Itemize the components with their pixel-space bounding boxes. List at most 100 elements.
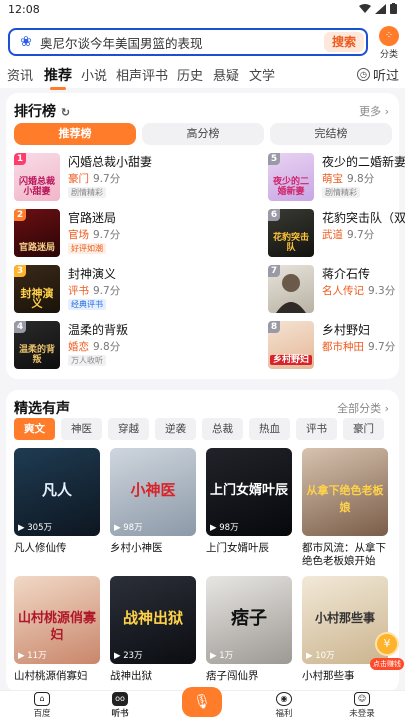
audio-poster-7[interactable]: 痞子 ▶ 1万: [206, 576, 292, 664]
nav-baidu[interactable]: ⌂ 百度: [22, 692, 62, 719]
cover-title: 乡村野妇: [270, 355, 312, 365]
ranking-title: 排行榜 ↻: [14, 101, 70, 121]
book-cover: 3 封神演义: [14, 265, 60, 313]
segment-recommend[interactable]: 推荐榜: [14, 123, 136, 145]
rank-item-3[interactable]: 3 封神演义 封神演义 评书 9.7分 经典评书: [14, 265, 204, 317]
poster-art-text: 痞子: [231, 608, 267, 629]
nav-audiobook-label: 听书: [111, 709, 129, 719]
rank-item-4[interactable]: 4 温柔的背叛 温柔的背叛 婚恋 9.8分 万人收听: [14, 321, 204, 373]
coin-icon: ¥: [375, 632, 399, 656]
rank-item-8[interactable]: 8 乡村野妇 乡村野妇 都市种田 9.7分: [268, 321, 396, 373]
audio-poster-4[interactable]: 从拿下绝色老板娘: [302, 448, 388, 536]
all-categories-link[interactable]: 全部分类 ›: [337, 400, 389, 416]
play-count: ▶ 1万: [210, 651, 234, 661]
chip-chuanyue[interactable]: 穿越: [108, 418, 149, 440]
play-count-value: 11万: [27, 651, 47, 661]
book-title: 官路迷局: [68, 211, 117, 225]
book-meta: 豪门 9.7分: [68, 171, 120, 186]
play-count: ▶ 11万: [18, 651, 47, 661]
tab-novel[interactable]: 小说: [81, 65, 107, 84]
listen-history-button[interactable]: ◷ 听过: [356, 65, 399, 84]
chip-shuangwen[interactable]: 爽文: [14, 418, 55, 440]
tab-history[interactable]: 历史: [177, 65, 203, 84]
chip-haomen[interactable]: 豪门: [343, 418, 384, 440]
audio-poster-2[interactable]: 小神医 ▶ 98万: [110, 448, 196, 536]
book-tag: 剧情精彩: [322, 187, 360, 198]
audio-section-title: 精选有声: [14, 401, 70, 417]
ranking-more-text: 更多: [359, 105, 382, 118]
search-button[interactable]: 搜索: [324, 32, 364, 52]
nav-welfare[interactable]: ◉ 福利: [264, 692, 304, 719]
segment-high-score[interactable]: 高分榜: [142, 123, 264, 145]
play-count-value: 305万: [27, 523, 52, 533]
status-icons: [359, 3, 397, 14]
tab-recommend[interactable]: 推荐: [44, 65, 72, 90]
book-score: 9.7分: [93, 229, 121, 241]
tab-suspense[interactable]: 悬疑: [213, 65, 239, 84]
book-genre: 萌宝: [322, 173, 343, 185]
earn-money-float-button[interactable]: ¥ 点击赚钱: [370, 632, 404, 672]
chip-zongcai[interactable]: 总裁: [202, 418, 243, 440]
book-score: 9.7分: [93, 285, 121, 297]
book-meta: 都市种田 9.7分: [322, 339, 395, 354]
rank-number: 6: [268, 209, 280, 221]
top-bar: ❀ 奥尼尔谈今年美国男篮的表现 搜索 ⁘ 分类: [0, 20, 405, 60]
clock-icon: ◷: [356, 68, 370, 81]
chip-rexue[interactable]: 热血: [249, 418, 290, 440]
poster-art-text: 凡人: [41, 481, 72, 499]
book-meta: 武道 9.7分: [322, 227, 374, 242]
rank-number: 5: [268, 153, 280, 165]
book-tag: 万人收听: [68, 355, 106, 366]
classify-button[interactable]: ⁘ 分类: [376, 26, 402, 60]
rank-item-7[interactable]: 7 蒋介石传 名人传记 9.3分: [268, 265, 396, 317]
refresh-icon[interactable]: ↻: [61, 106, 70, 119]
book-cover: 6 花豹突击队: [268, 209, 314, 257]
search-box[interactable]: ❀ 奥尼尔谈今年美国男篮的表现 搜索: [8, 28, 368, 56]
book-tag: 好评如潮: [68, 243, 106, 254]
rank-number: 4: [14, 321, 26, 333]
search-input[interactable]: 奥尼尔谈今年美国男篮的表现: [36, 33, 324, 52]
nav-profile[interactable]: ☺ 未登录: [342, 692, 382, 719]
book-genre: 名人传记: [322, 285, 364, 297]
rank-number: 7: [268, 265, 280, 277]
status-time: 12:08: [8, 3, 40, 16]
book-score: 9.7分: [93, 173, 121, 185]
play-count-value: 10万: [315, 651, 335, 661]
signal-icon: [375, 3, 386, 14]
ranking-more-link[interactable]: 更多 ›: [359, 103, 389, 119]
rank-item-2[interactable]: 2 官路迷局 官路迷局 官场 9.7分 好评如潮: [14, 209, 204, 261]
rank-item-5[interactable]: 5 夜少的二婚新妻 夜少的二婚新妻 萌宝 9.8分 剧情精彩: [268, 153, 405, 205]
rank-item-1[interactable]: 1 闪婚总裁小甜妻 闪婚总裁小甜妻 豪门 9.7分 剧情精彩: [14, 153, 204, 205]
chip-shenyi[interactable]: 神医: [61, 418, 102, 440]
audio-title-4: 都市风流：从拿下绝色老板娘开始: [302, 542, 386, 567]
cover-title: 温柔的背叛: [18, 345, 55, 365]
book-title: 闪婚总裁小甜妻: [68, 155, 153, 169]
book-score: 9.3分: [368, 285, 396, 297]
nav-audiobook[interactable]: oo 听书: [100, 692, 140, 719]
book-title: 蒋介石传: [322, 267, 371, 281]
poster-art-text: 小村那些事: [314, 611, 375, 625]
book-score: 9.7分: [347, 229, 375, 241]
audio-poster-1[interactable]: 凡人 ▶ 305万: [14, 448, 100, 536]
tab-literature[interactable]: 文学: [249, 65, 275, 84]
rank-number: 2: [14, 209, 26, 221]
book-meta: 官场 9.7分: [68, 227, 120, 242]
play-count-value: 98万: [123, 523, 143, 533]
voice-search-mic-icon[interactable]: 🎙: [182, 687, 222, 717]
rank-item-6[interactable]: 6 花豹突击队 花豹突击队（双 武道 9.7分: [268, 209, 405, 261]
home-icon: ⌂: [34, 692, 50, 706]
audio-poster-3[interactable]: 上门女婿叶辰 ▶ 98万: [206, 448, 292, 536]
segment-finished[interactable]: 完结榜: [270, 123, 392, 145]
book-meta: 萌宝 9.8分: [322, 171, 374, 186]
audio-title-5: 山村桃源俏寡妇: [14, 670, 88, 682]
tab-crosstalk[interactable]: 相声评书: [116, 65, 168, 84]
book-cover: 1 闪婚总裁小甜妻: [14, 153, 60, 201]
chip-pingshu[interactable]: 评书: [296, 418, 337, 440]
audio-poster-6[interactable]: 战神出狱 ▶ 23万: [110, 576, 196, 664]
tab-news[interactable]: 资讯: [7, 65, 33, 84]
audio-poster-5[interactable]: 山村桃源俏寡妇 ▶ 11万: [14, 576, 100, 664]
poster-art-text: 小神医: [130, 481, 176, 499]
chip-nixi[interactable]: 逆袭: [155, 418, 196, 440]
classify-label: 分类: [379, 50, 398, 60]
play-count: ▶ 10万: [306, 651, 335, 661]
